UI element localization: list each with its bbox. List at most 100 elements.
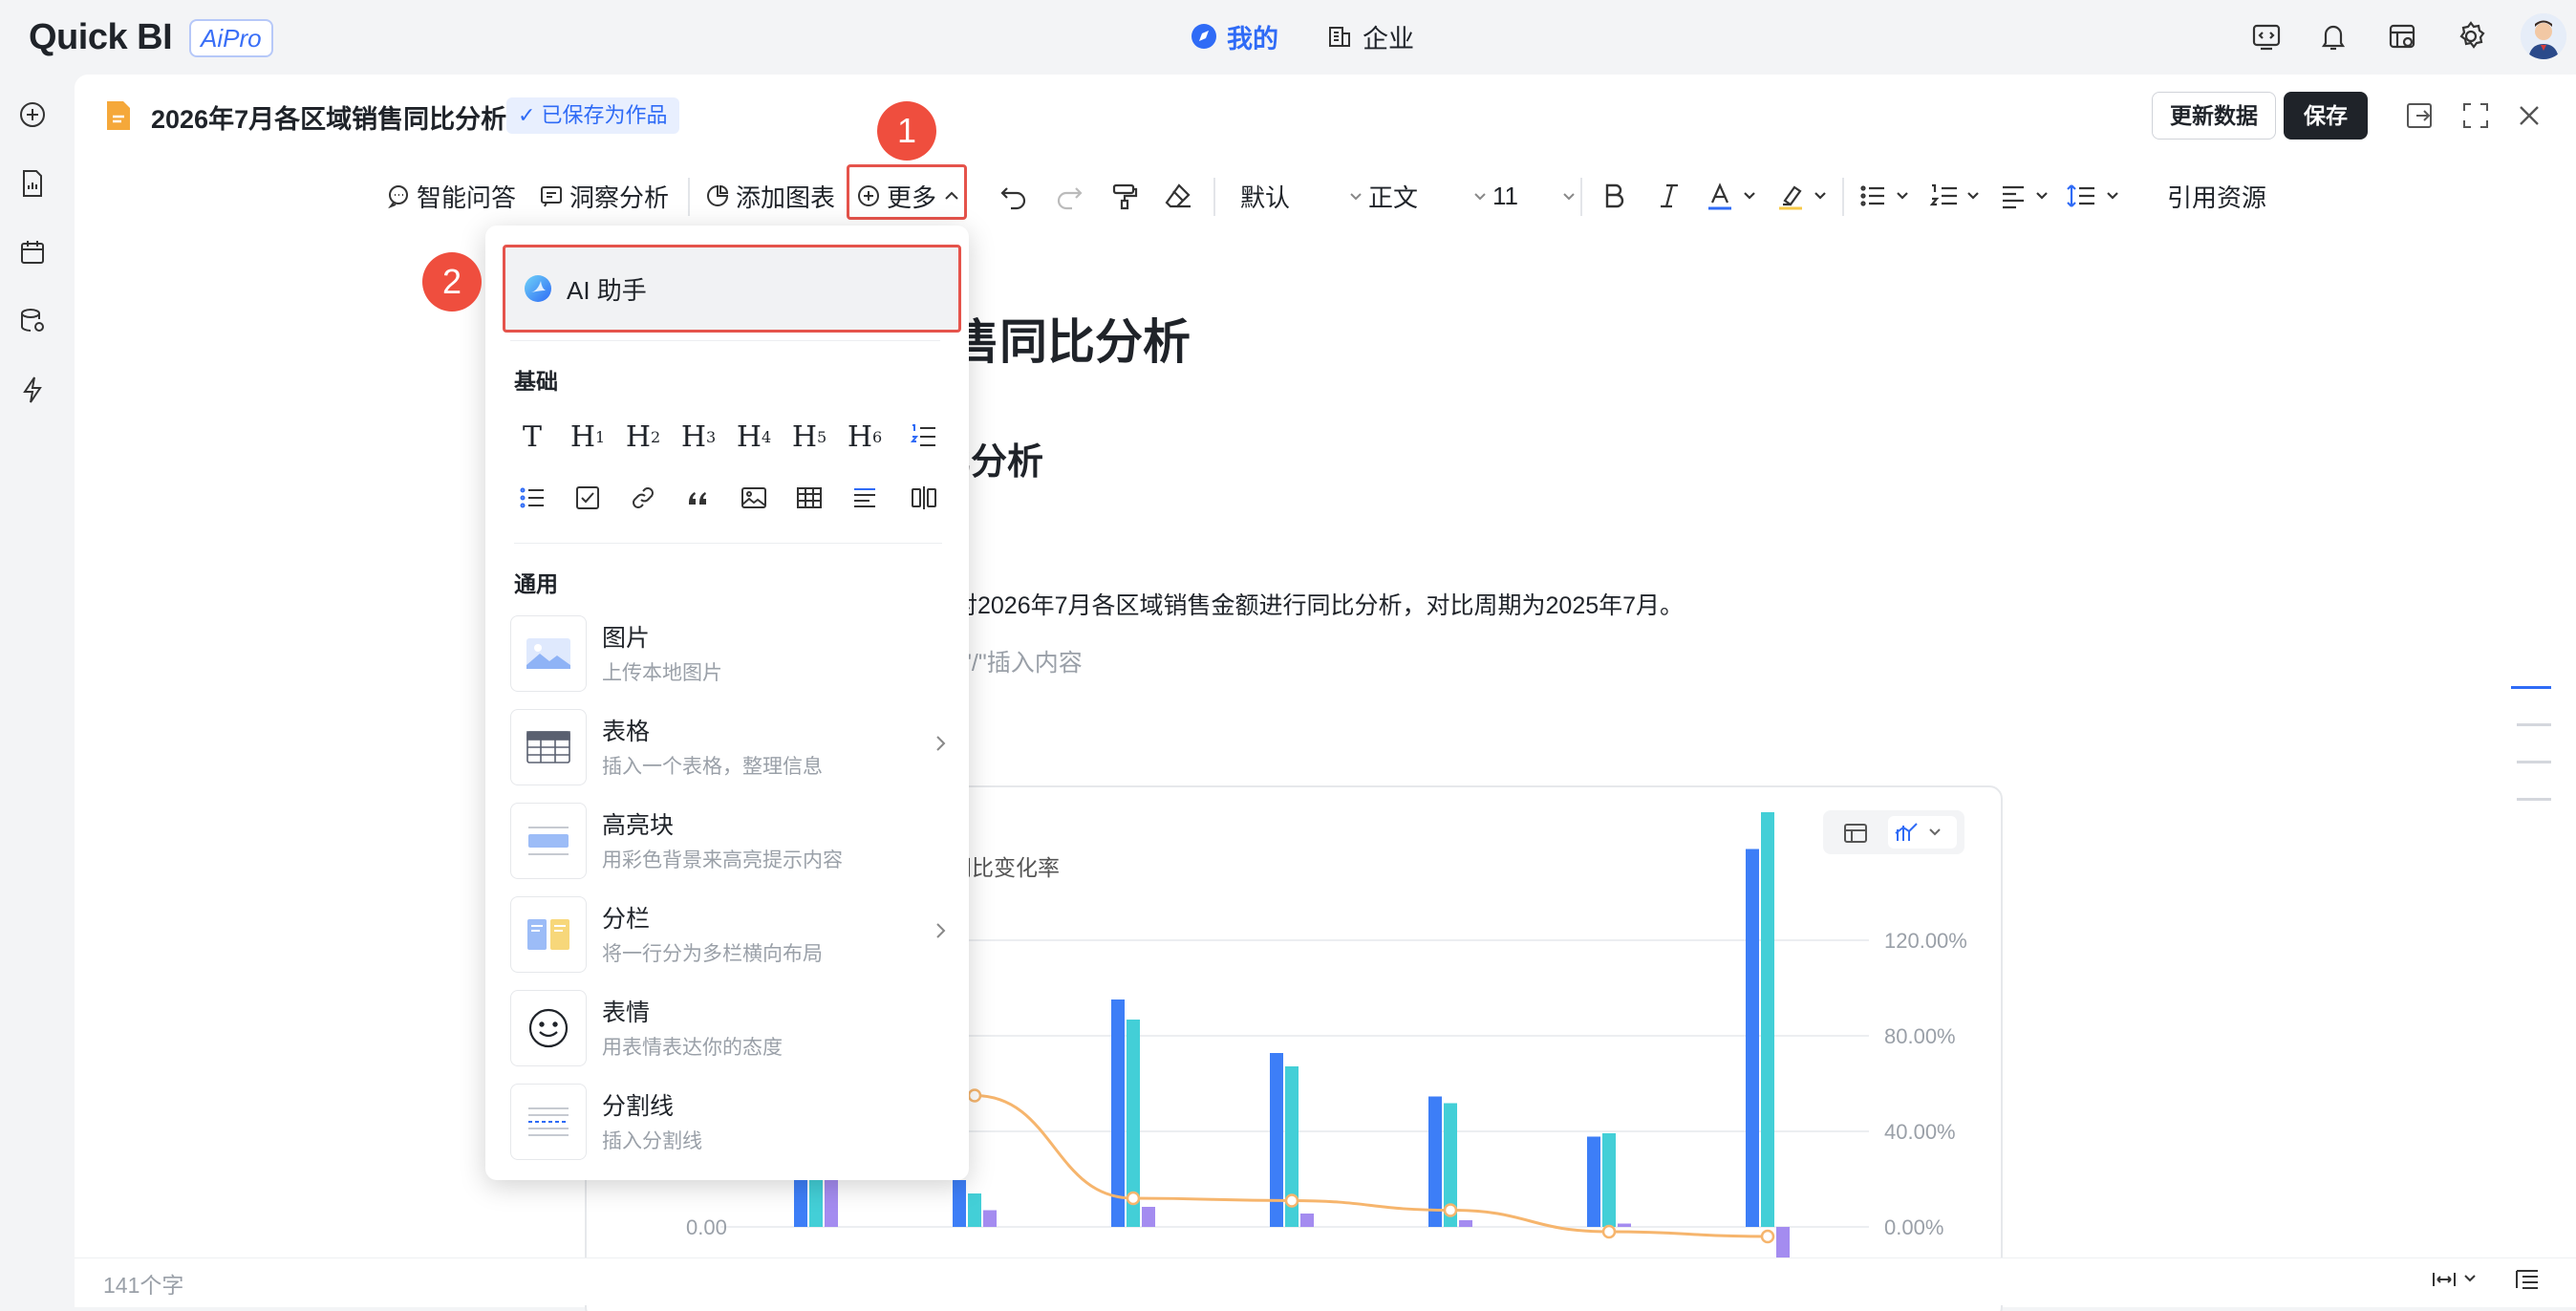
- insight-analysis-button[interactable]: 洞察分析: [539, 174, 669, 218]
- chevron-down-icon: [1560, 187, 1578, 204]
- plus-circle-icon: [856, 183, 881, 208]
- menu-item-title: 分割线: [602, 1093, 675, 1120]
- link-icon[interactable]: [621, 476, 665, 520]
- heading2-icon[interactable]: H2: [621, 415, 665, 459]
- quote-icon[interactable]: [676, 476, 720, 520]
- bullet-list-icon[interactable]: [1857, 180, 1915, 212]
- style-select[interactable]: 默认: [1240, 174, 1364, 218]
- more-label: 更多: [887, 183, 937, 212]
- update-data-button[interactable]: 更新数据: [2152, 92, 2276, 140]
- style-select-value: 默认: [1240, 183, 1291, 212]
- api-icon[interactable]: [2247, 17, 2286, 55]
- chevron-right-icon: [929, 732, 952, 755]
- chart-point: [967, 1088, 982, 1103]
- add-chart-button[interactable]: 添加图表: [705, 174, 835, 218]
- save-button[interactable]: 保存: [2284, 92, 2368, 140]
- font-size-select[interactable]: 11: [1492, 174, 1578, 218]
- redo-icon[interactable]: [1053, 180, 1085, 212]
- aipro-badge[interactable]: AiPro: [189, 19, 273, 57]
- chart-bar: [1459, 1220, 1472, 1227]
- close-icon[interactable]: [2513, 99, 2545, 132]
- avatar[interactable]: [2521, 13, 2566, 59]
- chart-point: [1284, 1193, 1299, 1208]
- menu-item-title: 图片: [602, 625, 651, 652]
- checkbox-icon[interactable]: [566, 476, 610, 520]
- text-type-select[interactable]: 正文: [1368, 174, 1489, 218]
- menu-item-emoji[interactable]: 表情 用表情表达你的态度: [510, 988, 954, 1066]
- heading1-icon[interactable]: H1: [566, 415, 610, 459]
- italic-icon[interactable]: [1653, 180, 1685, 212]
- document-title[interactable]: 2026年7月各区域销售同比分析: [151, 98, 506, 136]
- menu-item-columns[interactable]: 分栏 将一行分为多栏横向布局: [510, 894, 954, 973]
- text-block-icon[interactable]: T: [510, 415, 554, 459]
- heading3-icon[interactable]: H3: [676, 415, 720, 459]
- nav-tab-mine[interactable]: 我的: [1191, 17, 1278, 55]
- line-height-icon[interactable]: [2066, 180, 2127, 212]
- footer-bar: [75, 1257, 2576, 1305]
- gear-icon[interactable]: [2452, 17, 2490, 55]
- menu-item-subtitle: 插入分割线: [602, 1130, 702, 1152]
- outline-item[interactable]: [2517, 761, 2551, 763]
- bold-icon[interactable]: [1598, 180, 1630, 212]
- chevron-down-icon: [1347, 187, 1364, 204]
- page-width-icon[interactable]: [2431, 1265, 2484, 1294]
- heading4-icon[interactable]: H4: [732, 415, 776, 459]
- ordered-list-icon[interactable]: [902, 415, 946, 459]
- step-marker-1: 1: [877, 101, 936, 161]
- report-icon[interactable]: [15, 166, 50, 201]
- nav-tab-enterprise[interactable]: 企业: [1326, 17, 1414, 55]
- dashboard-settings-icon[interactable]: [2383, 17, 2421, 55]
- eraser-icon[interactable]: [1162, 180, 1194, 212]
- chart-bar: [1142, 1207, 1155, 1227]
- top-bar: [0, 0, 2576, 75]
- format-painter-icon[interactable]: [1108, 180, 1141, 212]
- building-icon: [1326, 23, 1353, 50]
- nav-tab-enterprise-label: 企业: [1363, 24, 1414, 54]
- cite-resource-button[interactable]: 引用资源: [2167, 174, 2266, 218]
- align-icon[interactable]: [1999, 180, 2056, 212]
- emoji-thumb-icon: [510, 990, 587, 1066]
- chart-bar: [953, 1180, 966, 1227]
- lightning-icon[interactable]: [15, 373, 50, 407]
- image-icon[interactable]: [732, 476, 776, 520]
- toolbar-divider: [1580, 178, 1582, 216]
- ai-assistant-label: AI 助手: [567, 275, 647, 305]
- font-color-icon[interactable]: [1705, 180, 1762, 212]
- menu-item-divider[interactable]: 分割线 插入分割线: [510, 1082, 954, 1160]
- saved-status-badge: ✓ 已保存为作品: [506, 97, 679, 134]
- menu-item-image[interactable]: 图片 上传本地图片: [510, 613, 954, 692]
- numbered-list-icon[interactable]: [1928, 180, 1986, 212]
- bell-icon[interactable]: [2314, 17, 2352, 55]
- outline-toggle-icon[interactable]: [2513, 1265, 2542, 1294]
- calendar-icon[interactable]: [15, 235, 50, 269]
- dataset-icon[interactable]: [15, 304, 50, 338]
- document-paragraph[interactable]: 对2026年7月各区域销售金额进行同比分析，对比周期为2025年7月。: [954, 587, 1684, 621]
- outline-item-active[interactable]: [2511, 686, 2551, 689]
- highlight-block-icon[interactable]: [843, 476, 887, 520]
- table-icon[interactable]: [787, 476, 831, 520]
- chart-bar: [1587, 1136, 1600, 1227]
- outline-item[interactable]: [2517, 723, 2551, 726]
- highlight-color-icon[interactable]: [1775, 180, 1833, 212]
- ai-assistant-item[interactable]: AI 助手: [503, 245, 961, 333]
- outline-item[interactable]: [2517, 798, 2551, 801]
- menu-item-subtitle: 上传本地图片: [602, 662, 722, 684]
- menu-item-table[interactable]: 表格 插入一个表格，整理信息: [510, 707, 954, 785]
- heading6-icon[interactable]: H6: [843, 415, 887, 459]
- ai-qa-button[interactable]: 智能问答: [386, 174, 516, 218]
- columns-icon[interactable]: [902, 476, 946, 520]
- chart-bar: [1602, 1133, 1616, 1227]
- fullscreen-icon[interactable]: [2459, 99, 2492, 132]
- heading5-icon[interactable]: H5: [787, 415, 831, 459]
- saved-status-label: 已保存为作品: [541, 103, 668, 127]
- chart-bar: [1761, 812, 1774, 1227]
- menu-item-highlight-block[interactable]: 高亮块 用彩色背景来高亮提示内容: [510, 801, 954, 879]
- undo-icon[interactable]: [998, 180, 1030, 212]
- export-icon[interactable]: [2404, 99, 2436, 132]
- chevron-right-icon: [929, 919, 952, 942]
- more-button[interactable]: 更多: [856, 174, 961, 218]
- new-icon[interactable]: [15, 97, 50, 132]
- unordered-list-icon[interactable]: [510, 476, 554, 520]
- menu-divider: [514, 543, 942, 544]
- chart-point: [1126, 1191, 1141, 1206]
